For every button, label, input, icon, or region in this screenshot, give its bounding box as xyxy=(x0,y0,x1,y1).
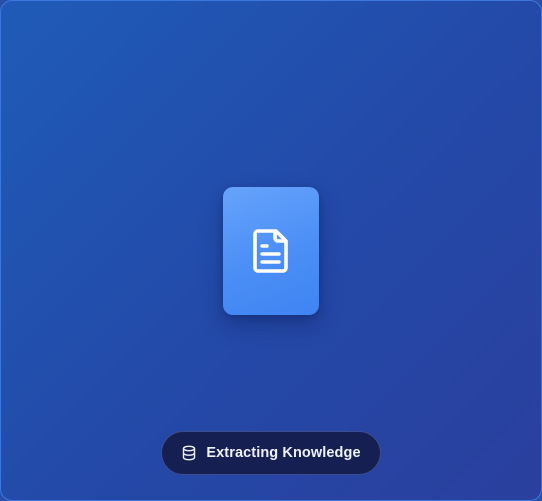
document-card xyxy=(223,187,319,315)
status-pill: Extracting Knowledge xyxy=(161,431,381,475)
status-label: Extracting Knowledge xyxy=(206,445,361,461)
document-icon xyxy=(253,229,288,273)
database-icon xyxy=(183,445,196,461)
processing-panel: Extracting Knowledge xyxy=(0,0,542,501)
